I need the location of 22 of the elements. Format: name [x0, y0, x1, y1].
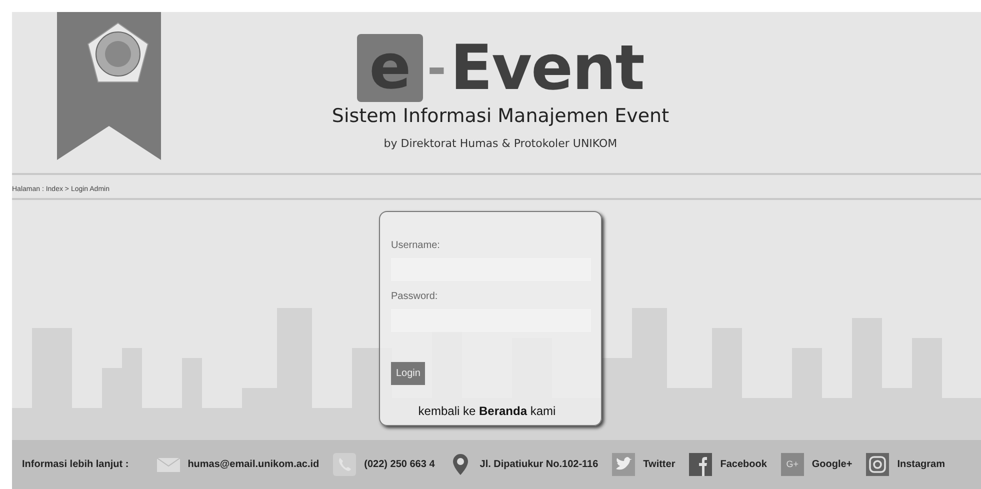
social-link[interactable]: Twitter — [643, 457, 676, 472]
social-link[interactable]: Facebook — [720, 457, 767, 472]
login-button[interactable]: Login — [391, 362, 426, 385]
email-text: humas@email.unikom.ac.id — [188, 458, 320, 472]
social-link[interactable]: Google+ — [812, 457, 852, 472]
site-subtitle: Sistem Informasi Manajemen Event — [330, 104, 670, 128]
camera-icon[interactable] — [866, 453, 890, 476]
logo-wordmark: Event — [450, 32, 644, 104]
facebook-logo-icon[interactable] — [689, 453, 712, 476]
back-home-link[interactable]: kembali ke Beranda kami — [418, 404, 556, 418]
site-byline: by Direktorat Humas & Protokoler UNIKOM — [382, 136, 618, 152]
university-seal-icon — [86, 22, 150, 84]
phone-text: (022) 250 663 4 — [364, 458, 435, 472]
logo-letter: e — [357, 34, 424, 102]
footer-label: Informasi lebih lanjut : — [22, 458, 129, 472]
field-label: Password: — [391, 290, 439, 304]
social-link[interactable]: Instagram — [897, 457, 945, 472]
bird-icon[interactable] — [612, 453, 636, 476]
phone-icon — [333, 453, 356, 476]
address-text: Jl. Dipatiukur No.102-116 — [480, 458, 598, 472]
field-label: Username: — [391, 239, 441, 253]
logo-dash: - — [427, 40, 446, 96]
